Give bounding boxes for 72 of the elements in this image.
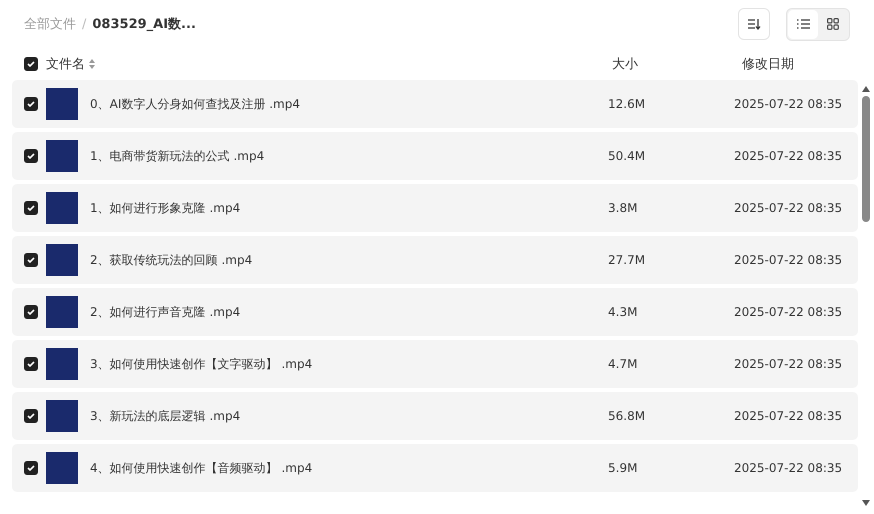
video-thumbnail-placeholder: [46, 88, 78, 120]
file-name: 2、如何进行声音克隆 .mp4: [90, 304, 240, 320]
check-icon: [27, 205, 35, 211]
file-size: 27.7M: [608, 253, 646, 267]
file-row[interactable]: 0、AI数字人分身如何查找及注册 .mp4 12.6M 2025-07-22 08:35: [12, 80, 858, 128]
file-size: 12.6M: [608, 97, 646, 111]
row-checkbox[interactable]: [24, 305, 38, 319]
file-size: 50.4M: [608, 149, 646, 163]
video-thumbnail-placeholder: [46, 400, 78, 432]
check-icon: [27, 361, 35, 367]
file-size: 4.7M: [608, 357, 638, 371]
sort-arrows-icon[interactable]: [89, 59, 95, 69]
video-thumbnail-placeholder: [46, 244, 78, 276]
file-row[interactable]: 2、如何进行声音克隆 .mp4 4.3M 2025-07-22 08:35: [12, 288, 858, 336]
check-icon: [27, 413, 35, 419]
sort-button[interactable]: [738, 8, 770, 40]
check-icon: [27, 153, 35, 159]
grid-icon: [827, 18, 839, 30]
video-thumbnail-placeholder: [46, 192, 78, 224]
check-icon: [27, 309, 35, 315]
file-row[interactable]: 4、如何使用快速创作【音频驱动】 .mp4 5.9M 2025-07-22 08:35: [12, 444, 858, 492]
row-checkbox[interactable]: [24, 357, 38, 371]
row-checkbox[interactable]: [24, 97, 38, 111]
file-name: 3、如何使用快速创作【文字驱动】 .mp4: [90, 356, 312, 372]
modified-date: 2025-07-22 08:35: [734, 461, 842, 475]
column-header[interactable]: 大小: [612, 57, 638, 72]
breadcrumb-current: 083529_AI数...: [92, 16, 196, 33]
file-row[interactable]: 1、电商带货新玩法的公式 .mp4 50.4M 2025-07-22 08:35: [12, 132, 858, 180]
list-view-button[interactable]: [788, 10, 818, 38]
scroll-down-icon[interactable]: [862, 500, 870, 506]
breadcrumb-separator: /: [82, 16, 86, 32]
file-row[interactable]: 2、获取传统玩法的回顾 .mp4 27.7M 2025-07-22 08:35: [12, 236, 858, 284]
file-name: 1、如何进行形象克隆 .mp4: [90, 200, 240, 216]
file-size: 3.8M: [608, 201, 638, 215]
modified-date: 2025-07-22 08:35: [734, 149, 842, 163]
sort-icon: [747, 18, 761, 30]
file-name: 1、电商带货新玩法的公式 .mp4: [90, 148, 264, 164]
check-icon: [27, 101, 35, 107]
row-checkbox[interactable]: [24, 149, 38, 163]
modified-date: 2025-07-22 08:35: [734, 97, 842, 111]
modified-date: 2025-07-22 08:35: [734, 253, 842, 267]
video-thumbnail-placeholder: [46, 140, 78, 172]
list-icon: [796, 19, 810, 29]
modified-date: 2025-07-22 08:35: [734, 305, 842, 319]
row-checkbox[interactable]: [24, 201, 38, 215]
column-header[interactable]: 修改日期: [742, 57, 794, 72]
check-icon: [27, 465, 35, 471]
file-row[interactable]: 3、新玩法的底层逻辑 .mp4 56.8M 2025-07-22 08:35: [12, 392, 858, 440]
file-size: 5.9M: [608, 461, 638, 475]
video-thumbnail-placeholder: [46, 296, 78, 328]
select-all-checkbox[interactable]: [24, 57, 38, 71]
scroll-up-icon[interactable]: [862, 86, 870, 92]
file-row[interactable]: 1、如何进行形象克隆 .mp4 3.8M 2025-07-22 08:35: [12, 184, 858, 232]
video-thumbnail-placeholder: [46, 348, 78, 380]
file-row[interactable]: 3、如何使用快速创作【文字驱动】 .mp4 4.7M 2025-07-22 08:35: [12, 340, 858, 388]
file-name: 2、获取传统玩法的回顾 .mp4: [90, 252, 252, 268]
file-size: 56.8M: [608, 409, 646, 423]
row-checkbox[interactable]: [24, 409, 38, 423]
file-name: 4、如何使用快速创作【音频驱动】 .mp4: [90, 460, 312, 476]
check-icon: [27, 61, 35, 67]
row-checkbox[interactable]: [24, 461, 38, 475]
modified-date: 2025-07-22 08:35: [734, 201, 842, 215]
file-size: 4.3M: [608, 305, 638, 319]
video-thumbnail-placeholder: [46, 452, 78, 484]
file-name: 3、新玩法的底层逻辑 .mp4: [90, 408, 240, 424]
scrollbar-thumb[interactable]: [862, 96, 870, 222]
file-name: 0、AI数字人分身如何查找及注册 .mp4: [90, 96, 300, 112]
modified-date: 2025-07-22 08:35: [734, 357, 842, 371]
check-icon: [27, 257, 35, 263]
column-header[interactable]: 文件名: [46, 55, 85, 73]
row-checkbox[interactable]: [24, 253, 38, 267]
modified-date: 2025-07-22 08:35: [734, 409, 842, 423]
